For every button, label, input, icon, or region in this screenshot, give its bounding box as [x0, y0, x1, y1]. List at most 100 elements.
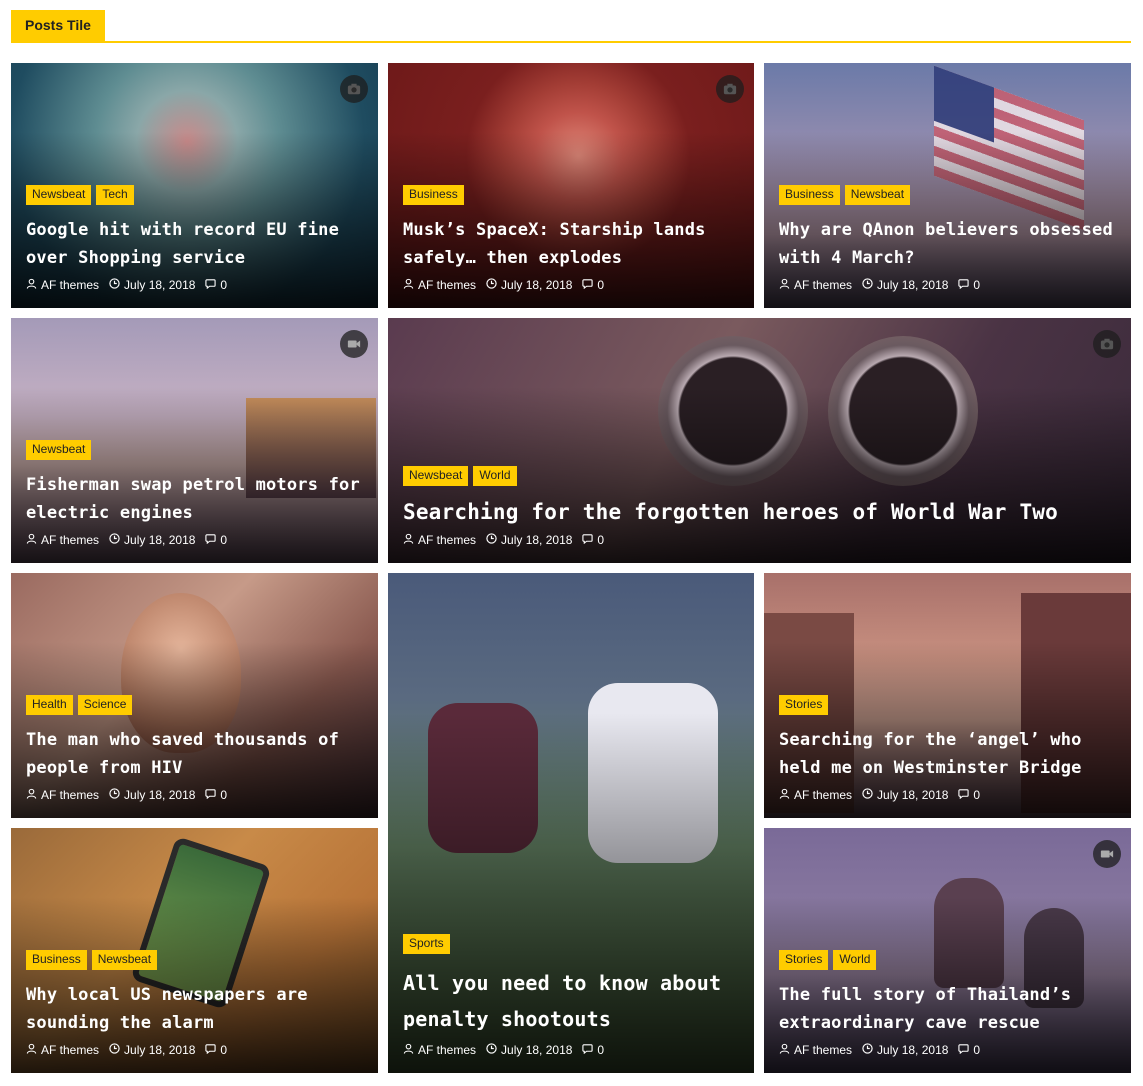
post-title[interactable]: Why local US newspapers are sounding the… — [26, 981, 366, 1037]
post-comments[interactable]: 0 — [205, 1043, 227, 1057]
category-tag[interactable]: Newsbeat — [91, 950, 158, 970]
post-comments[interactable]: 0 — [205, 278, 227, 292]
post-title[interactable]: Google hit with record EU fine over Shop… — [26, 216, 366, 272]
post-title[interactable]: The man who saved thousands of people fr… — [26, 726, 366, 782]
post-categories: Health Science — [26, 695, 366, 715]
post-title[interactable]: Searching for the ‘angel’ who held me on… — [779, 726, 1119, 782]
category-tag[interactable]: Newsbeat — [403, 466, 469, 486]
post-title[interactable]: All you need to know about penalty shoot… — [403, 965, 742, 1037]
date-text[interactable]: July 18, 2018 — [124, 1043, 195, 1057]
post-author[interactable]: AF themes — [779, 278, 852, 292]
post-tile[interactable]: Stories Searching for the ‘angel’ who he… — [764, 573, 1131, 818]
category-tag[interactable]: Science — [77, 695, 133, 715]
post-date[interactable]: July 18, 2018 — [486, 1043, 572, 1057]
date-text[interactable]: July 18, 2018 — [124, 788, 195, 802]
category-tag[interactable]: Newsbeat — [26, 185, 92, 205]
post-tile[interactable]: Stories World The full story of Thailand’… — [764, 828, 1131, 1073]
post-author[interactable]: AF themes — [403, 1043, 476, 1057]
post-categories: Newsbeat World — [403, 466, 1119, 486]
post-comments[interactable]: 0 — [958, 1043, 980, 1057]
comment-count[interactable]: 0 — [220, 278, 227, 292]
date-text[interactable]: July 18, 2018 — [877, 1043, 948, 1057]
post-meta: AF themes July 18, 2018 0 — [26, 1043, 366, 1057]
post-date[interactable]: July 18, 2018 — [486, 533, 572, 547]
post-title[interactable]: Why are QAnon believers obsessed with 4 … — [779, 216, 1119, 272]
author-name[interactable]: AF themes — [41, 1043, 99, 1057]
comment-count[interactable]: 0 — [597, 1043, 604, 1057]
post-comments[interactable]: 0 — [205, 788, 227, 802]
post-author[interactable]: AF themes — [26, 278, 99, 292]
post-date[interactable]: July 18, 2018 — [109, 278, 195, 292]
comment-count[interactable]: 0 — [597, 278, 604, 292]
post-title[interactable]: Musk’s SpaceX: Starship lands safely… th… — [403, 216, 742, 272]
author-name[interactable]: AF themes — [794, 1043, 852, 1057]
category-tag[interactable]: Newsbeat — [26, 440, 92, 460]
comment-count[interactable]: 0 — [220, 1043, 227, 1057]
post-comments[interactable]: 0 — [205, 533, 227, 547]
post-comments[interactable]: 0 — [582, 278, 604, 292]
post-author[interactable]: AF themes — [403, 278, 476, 292]
category-tag[interactable]: Business — [26, 950, 87, 970]
post-date[interactable]: July 18, 2018 — [862, 788, 948, 802]
post-date[interactable]: July 18, 2018 — [109, 1043, 195, 1057]
comment-count[interactable]: 0 — [220, 788, 227, 802]
category-tag[interactable]: World — [473, 466, 517, 486]
category-tag[interactable]: World — [833, 950, 877, 970]
post-comments[interactable]: 0 — [582, 533, 604, 547]
author-name[interactable]: AF themes — [418, 533, 476, 547]
comment-count[interactable]: 0 — [973, 278, 980, 292]
date-text[interactable]: July 18, 2018 — [124, 533, 195, 547]
post-tile[interactable]: Business Newsbeat Why local US newspapers… — [11, 828, 378, 1073]
post-date[interactable]: July 18, 2018 — [109, 788, 195, 802]
post-tile[interactable]: Newsbeat Tech Google hit with record EU f… — [11, 63, 378, 308]
post-comments[interactable]: 0 — [582, 1043, 604, 1057]
date-text[interactable]: July 18, 2018 — [877, 788, 948, 802]
post-author[interactable]: AF themes — [26, 788, 99, 802]
post-author[interactable]: AF themes — [403, 533, 476, 547]
post-date[interactable]: July 18, 2018 — [862, 278, 948, 292]
post-comments[interactable]: 0 — [958, 278, 980, 292]
post-comments[interactable]: 0 — [958, 788, 980, 802]
post-tile[interactable]: Business Musk’s SpaceX: Starship lands s… — [388, 63, 754, 308]
author-name[interactable]: AF themes — [41, 278, 99, 292]
post-title[interactable]: The full story of Thailand’s extraordina… — [779, 981, 1119, 1037]
comment-count[interactable]: 0 — [973, 788, 980, 802]
category-tag[interactable]: Sports — [403, 934, 450, 954]
post-author[interactable]: AF themes — [779, 788, 852, 802]
comment-count[interactable]: 0 — [220, 533, 227, 547]
post-author[interactable]: AF themes — [26, 1043, 99, 1057]
author-name[interactable]: AF themes — [794, 788, 852, 802]
post-tile[interactable]: Sports All you need to know about penalt… — [388, 573, 754, 1073]
post-date[interactable]: July 18, 2018 — [862, 1043, 948, 1057]
post-title[interactable]: Fisherman swap petrol motors for electri… — [26, 471, 366, 527]
comment-count[interactable]: 0 — [597, 533, 604, 547]
author-name[interactable]: AF themes — [418, 278, 476, 292]
category-tag[interactable]: Health — [26, 695, 73, 715]
author-name[interactable]: AF themes — [794, 278, 852, 292]
comment-icon — [582, 278, 594, 292]
category-tag[interactable]: Stories — [779, 950, 829, 970]
post-date[interactable]: July 18, 2018 — [109, 533, 195, 547]
date-text[interactable]: July 18, 2018 — [124, 278, 195, 292]
author-name[interactable]: AF themes — [41, 533, 99, 547]
post-tile[interactable]: Health Science The man who saved thousand… — [11, 573, 378, 818]
post-title[interactable]: Searching for the forgotten heroes of Wo… — [403, 497, 1119, 527]
category-tag[interactable]: Business — [403, 185, 464, 205]
post-tile[interactable]: Business Newsbeat Why are QAnon believers… — [764, 63, 1131, 308]
date-text[interactable]: July 18, 2018 — [501, 533, 572, 547]
author-name[interactable]: AF themes — [418, 1043, 476, 1057]
comment-count[interactable]: 0 — [973, 1043, 980, 1057]
post-author[interactable]: AF themes — [779, 1043, 852, 1057]
post-tile[interactable]: Newsbeat Fisherman swap petrol motors fo… — [11, 318, 378, 563]
category-tag[interactable]: Tech — [96, 185, 134, 205]
category-tag[interactable]: Business — [779, 185, 840, 205]
date-text[interactable]: July 18, 2018 — [501, 278, 572, 292]
category-tag[interactable]: Newsbeat — [844, 185, 911, 205]
post-author[interactable]: AF themes — [26, 533, 99, 547]
post-tile[interactable]: Newsbeat World Searching for the forgotte… — [388, 318, 1131, 563]
category-tag[interactable]: Stories — [779, 695, 829, 715]
date-text[interactable]: July 18, 2018 — [501, 1043, 572, 1057]
date-text[interactable]: July 18, 2018 — [877, 278, 948, 292]
author-name[interactable]: AF themes — [41, 788, 99, 802]
post-date[interactable]: July 18, 2018 — [486, 278, 572, 292]
